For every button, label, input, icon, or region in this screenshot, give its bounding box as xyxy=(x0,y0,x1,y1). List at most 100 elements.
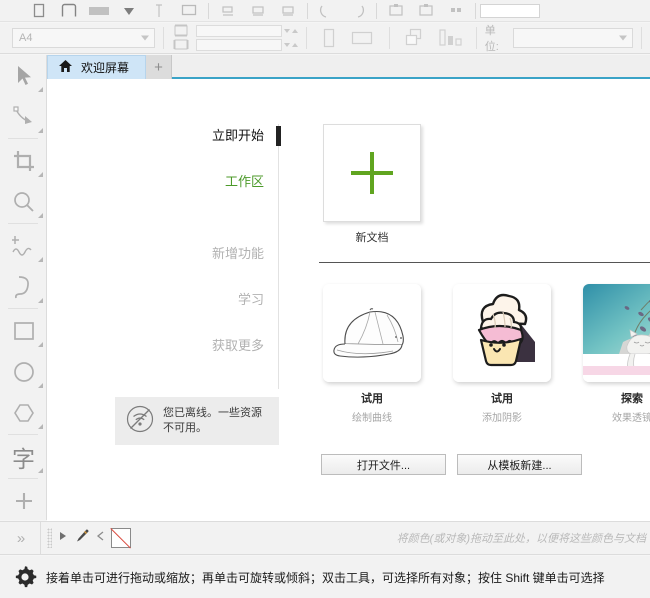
rotate-cw-icon[interactable] xyxy=(342,1,372,21)
align-right-icon[interactable] xyxy=(213,1,243,21)
prop-divider-1 xyxy=(163,27,165,49)
import-down-icon[interactable] xyxy=(411,1,441,21)
arrow-right-icon[interactable] xyxy=(58,529,68,547)
flyout-arrow-icon-8[interactable] xyxy=(38,383,43,388)
eyedropper-icon[interactable] xyxy=(74,528,90,549)
shape-tool[interactable] xyxy=(0,96,47,137)
template-subtitle-2: 添加阴影 xyxy=(482,413,522,424)
polygon-tool[interactable] xyxy=(0,392,47,433)
page-size-select[interactable]: A4 xyxy=(12,28,156,48)
bezier-tool[interactable] xyxy=(0,266,47,307)
rounded-page-icon[interactable] xyxy=(54,1,84,21)
template-card-add-shadow[interactable]: 试用 添加阴影 xyxy=(453,284,551,424)
application-window: A4 单位: 字 欢迎屏幕 + 立即开始 工作区 新增功能 学习 获取更多 您已… xyxy=(0,0,650,598)
tabbar-filler xyxy=(172,55,650,78)
new-document-label: 新文档 xyxy=(355,232,389,244)
crop-tool[interactable] xyxy=(0,140,47,181)
nav-item-learn[interactable]: 学习 xyxy=(135,288,278,312)
flyout-arrow-icon-6[interactable] xyxy=(38,298,43,303)
template-card-effect-lens[interactable]: 探索 效果透镜 xyxy=(583,284,650,424)
chevron-left-icon[interactable] xyxy=(96,529,105,547)
toolbar-divider-4 xyxy=(475,2,476,19)
tab-welcome-screen[interactable]: 欢迎屏幕 xyxy=(47,55,147,79)
toolbox-divider-4 xyxy=(8,434,38,435)
align-center-icon[interactable] xyxy=(243,1,273,21)
nav-item-new-features[interactable]: 新增功能 xyxy=(135,242,278,266)
new-tab-button[interactable]: + xyxy=(146,55,173,79)
baseball-cap-illustration xyxy=(323,284,421,382)
cat-on-wall-illustration xyxy=(583,284,650,382)
flyout-arrow-icon-7[interactable] xyxy=(38,342,43,347)
toolbar-divider-3 xyxy=(376,2,377,19)
color-swatch-icon[interactable] xyxy=(84,1,114,21)
status-hint-text: 接着单击可进行拖动或缩放；再单击可旋转或倾斜；双击工具，可选择所有对象；按住 S… xyxy=(46,570,605,585)
grid-icon[interactable] xyxy=(441,1,471,21)
flyout-arrow-icon-3[interactable] xyxy=(38,172,43,177)
offline-notice: 您已离线。一些资源不可用。 xyxy=(115,397,279,445)
toolbar-divider-2 xyxy=(307,2,308,19)
flyout-arrow-icon-10[interactable] xyxy=(38,468,43,473)
nav-item-workspace[interactable]: 工作区 xyxy=(135,170,278,194)
no-color-swatch[interactable] xyxy=(111,528,131,548)
property-bar: A4 单位: xyxy=(0,23,650,54)
spin-down-icon-2[interactable] xyxy=(284,43,291,47)
palette-drag-hint: 将颜色(或对象)拖动至此处，以便将这些颜色与文档 xyxy=(396,533,646,545)
export-up-icon[interactable] xyxy=(381,1,411,21)
template-card-draw-curves[interactable]: 试用 绘制曲线 xyxy=(323,284,421,424)
chevron-down-icon-2 xyxy=(619,35,628,41)
portrait-orientation-button[interactable] xyxy=(315,28,343,48)
align-left-icon[interactable] xyxy=(273,1,303,21)
rectangle-page-icon[interactable] xyxy=(24,1,54,21)
welcome-body: 立即开始 工作区 新增功能 学习 获取更多 您已离线。一些资源不可用。 新文档 … xyxy=(47,79,650,520)
gear-icon[interactable] xyxy=(10,564,40,590)
flyout-arrow-icon-4[interactable] xyxy=(38,213,43,218)
template-subtitle: 绘制曲线 xyxy=(352,413,392,424)
spin-up-icon[interactable] xyxy=(292,29,299,33)
flyout-arrow-icon[interactable] xyxy=(38,87,43,92)
landscape-orientation-button[interactable] xyxy=(343,28,382,48)
page-width-field[interactable] xyxy=(196,25,299,37)
ellipse-tool[interactable] xyxy=(0,351,47,392)
color-palette-strip: » 将颜色(或对象)拖动至此处，以便将这些颜色与文档 xyxy=(0,521,650,555)
welcome-content: 新文档 试用 绘制曲线 试用 添加阴影 探索 效果透镜 打开文件... 从模板新… xyxy=(279,79,650,520)
zoom-tool[interactable] xyxy=(0,181,47,222)
flyout-arrow-icon-9[interactable] xyxy=(38,424,43,429)
vertical-line-icon[interactable] xyxy=(144,1,174,21)
palette-controls xyxy=(40,521,131,555)
chevron-down-icon xyxy=(141,35,150,41)
toolbox-divider-5 xyxy=(8,478,38,479)
no-wifi-icon xyxy=(125,404,155,439)
open-file-button[interactable]: 打开文件... xyxy=(321,454,446,475)
flyout-arrow-icon-2[interactable] xyxy=(38,128,43,133)
dropdown-arrow-icon[interactable] xyxy=(114,1,144,21)
spin-up-icon-2[interactable] xyxy=(292,43,299,47)
nav-spacer-2 xyxy=(135,194,278,242)
nav-item-get-started[interactable]: 立即开始 xyxy=(135,124,281,148)
nav-spacer-1 xyxy=(135,148,278,170)
unit-select[interactable] xyxy=(512,28,634,48)
pick-tool[interactable] xyxy=(0,55,47,96)
plus-icon-horizontal xyxy=(351,171,393,175)
rotate-ccw-icon[interactable] xyxy=(312,1,342,21)
unit-label: 单位: xyxy=(484,25,499,53)
page-layout-button[interactable] xyxy=(398,28,431,48)
new-document-card[interactable] xyxy=(323,124,421,222)
template-title-2: 试用 xyxy=(491,393,513,405)
page-frame-icon[interactable] xyxy=(174,1,204,21)
new-from-template-button[interactable]: 从模板新建... xyxy=(457,454,582,475)
chevron-double-right-icon[interactable]: » xyxy=(0,530,40,547)
rectangle-tool[interactable] xyxy=(0,310,47,351)
flyout-arrow-icon-5[interactable] xyxy=(38,257,43,262)
toolbar-text-field[interactable] xyxy=(480,3,540,18)
freehand-tool[interactable] xyxy=(0,225,47,266)
page-height-field[interactable] xyxy=(196,39,299,51)
grip-dots-icon[interactable] xyxy=(47,528,52,548)
toolbox-divider-1 xyxy=(8,138,38,139)
offline-message: 您已离线。一些资源不可用。 xyxy=(163,407,262,434)
add-tool[interactable] xyxy=(0,480,47,521)
text-tool[interactable]: 字 xyxy=(0,436,47,477)
tab-label: 欢迎屏幕 xyxy=(81,61,130,75)
nav-item-get-more[interactable]: 获取更多 xyxy=(135,334,278,358)
spin-down-icon[interactable] xyxy=(284,29,291,33)
bleed-button[interactable] xyxy=(431,28,468,48)
